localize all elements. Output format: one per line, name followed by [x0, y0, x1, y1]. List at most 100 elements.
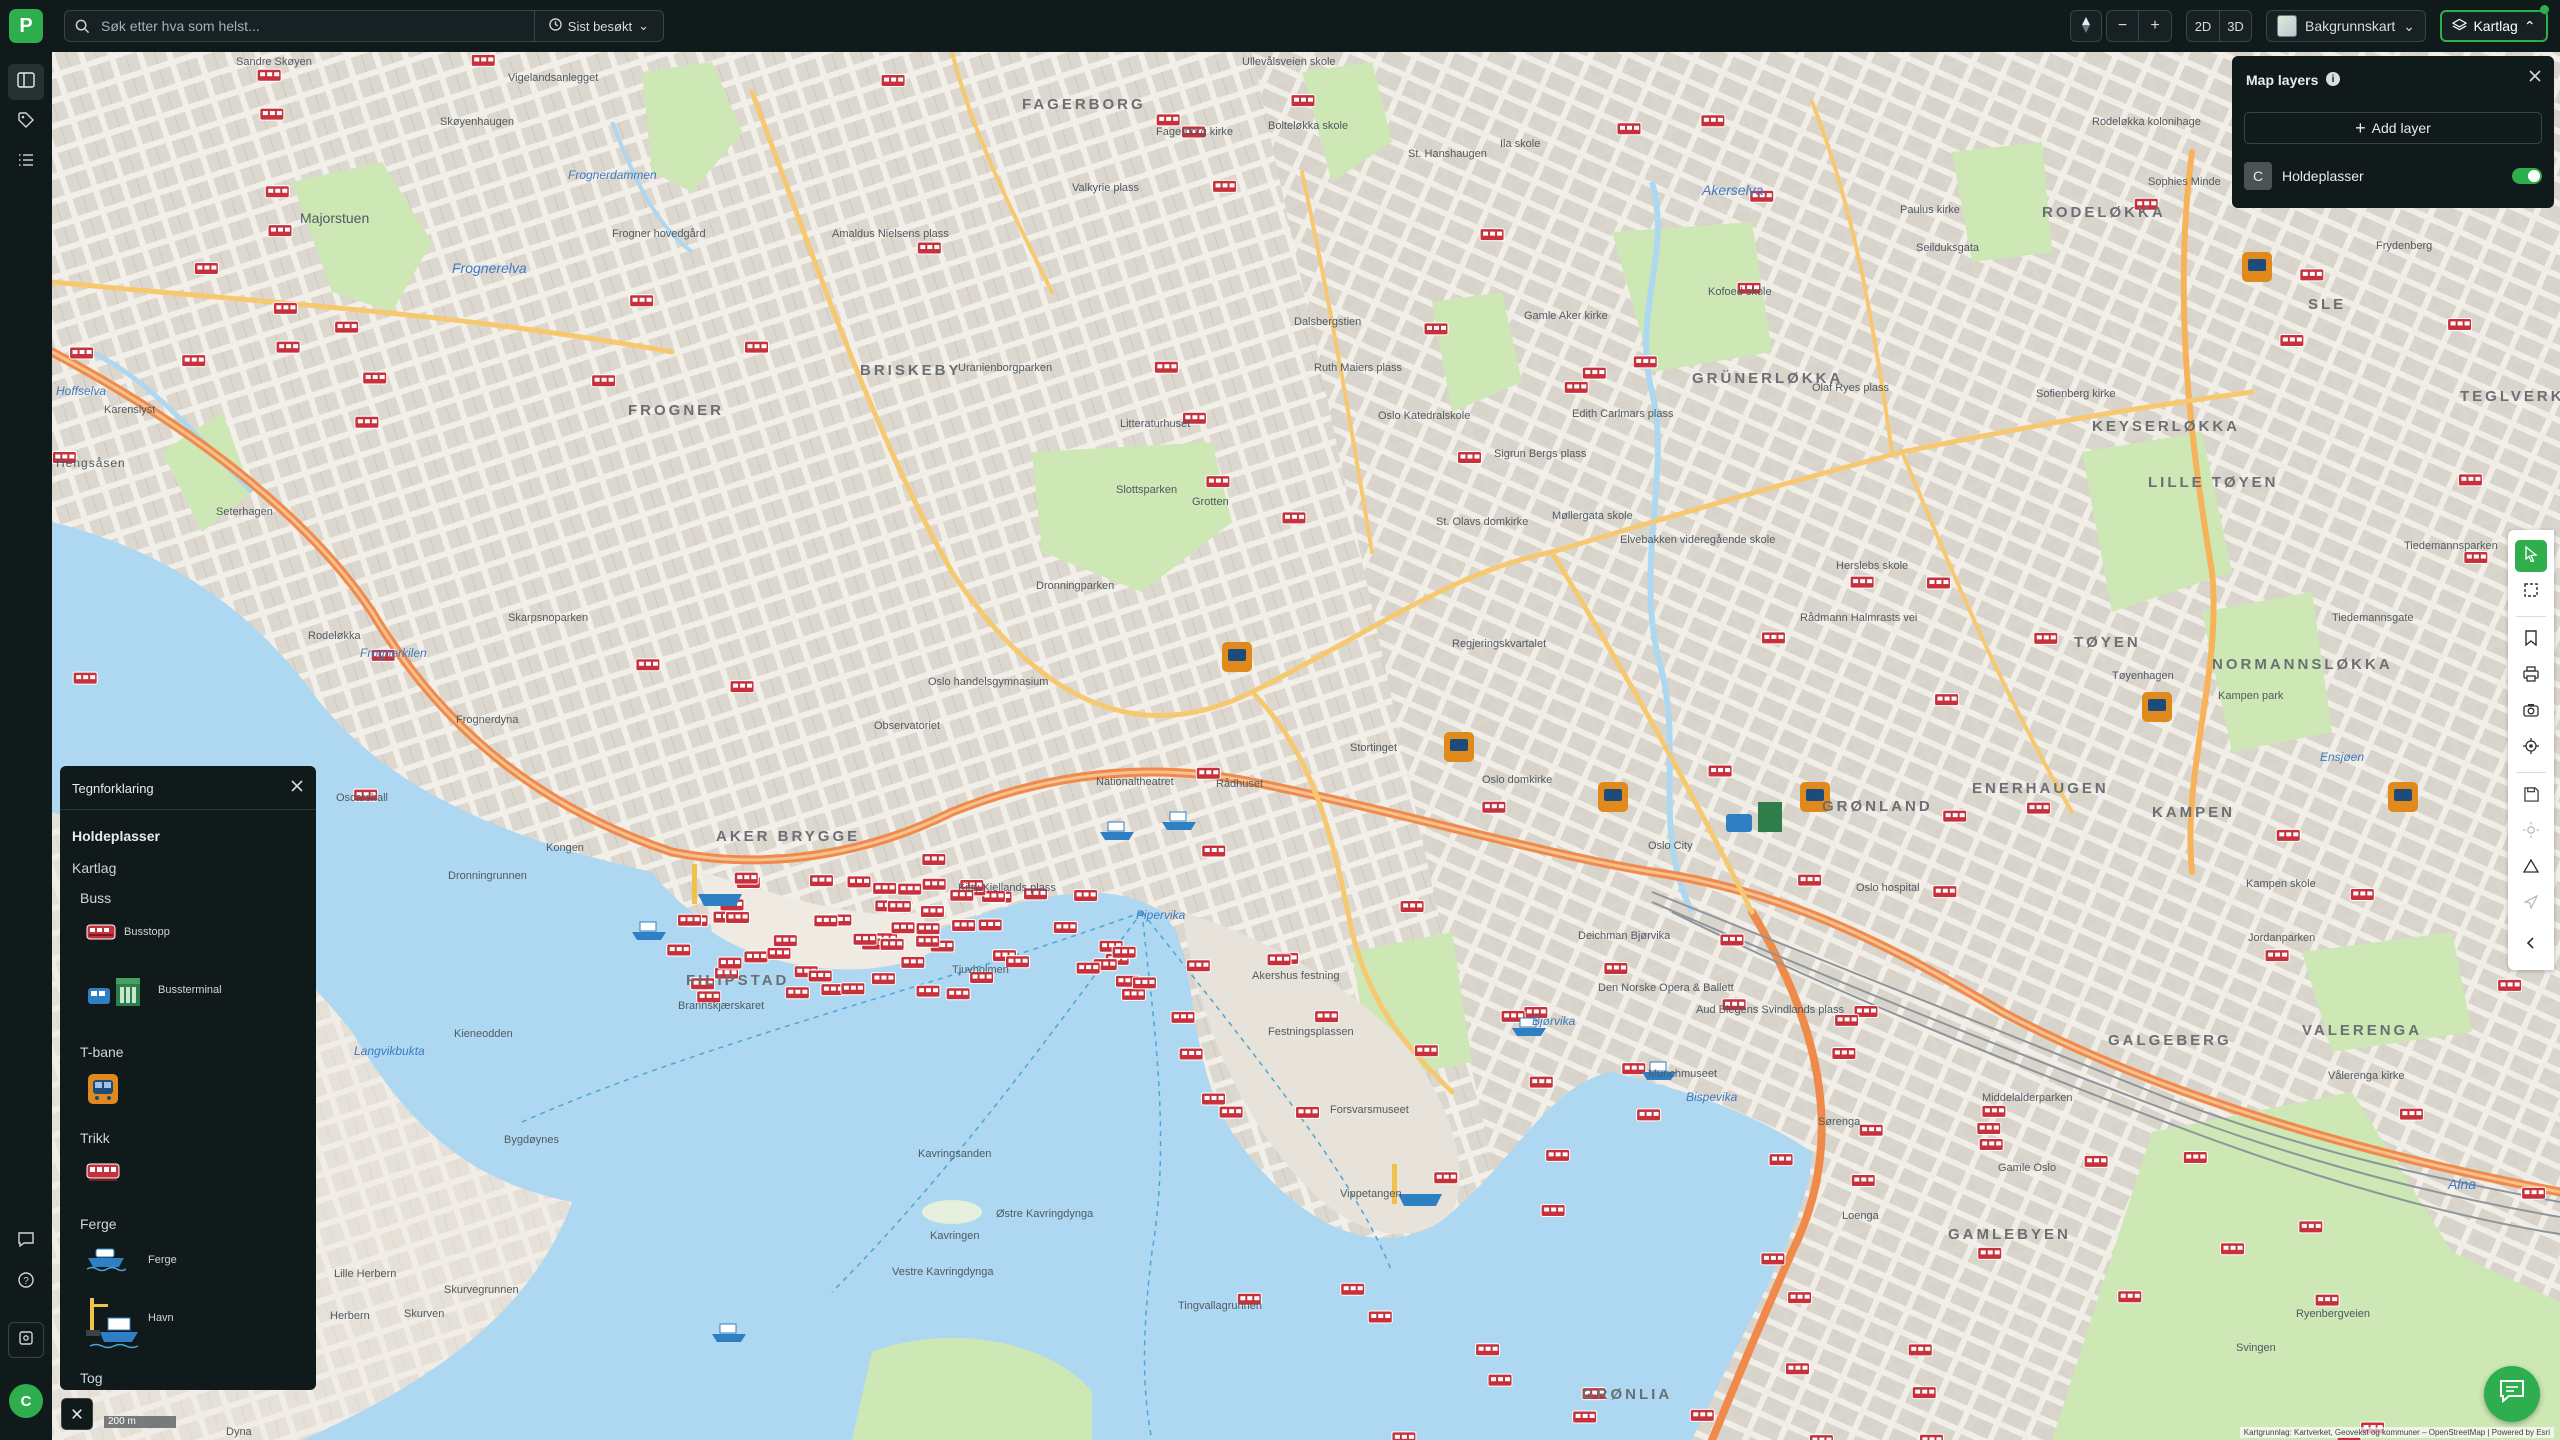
select-tool-button[interactable]: [2515, 540, 2547, 572]
bus-stop-marker[interactable]: [916, 241, 942, 255]
bus-stop-marker[interactable]: [1932, 885, 1958, 899]
bus-stop-marker[interactable]: [1121, 987, 1147, 1001]
bus-stop-marker[interactable]: [872, 881, 898, 895]
bus-stop-marker[interactable]: [193, 262, 219, 276]
bus-stop-marker[interactable]: [470, 53, 496, 67]
bus-stop-marker[interactable]: [717, 956, 743, 970]
print-tool-button[interactable]: [2515, 660, 2547, 692]
zoom-in-button[interactable]: +: [2139, 11, 2171, 41]
bus-stop-marker[interactable]: [2117, 1290, 2143, 1304]
bus-stop-marker[interactable]: [977, 918, 1003, 932]
bus-stop-marker[interactable]: [897, 882, 923, 896]
bus-stop-marker[interactable]: [2279, 333, 2305, 347]
metro-station-marker[interactable]: [1222, 642, 1252, 672]
bus-stop-marker[interactable]: [919, 904, 945, 918]
bus-stop-marker[interactable]: [1178, 1047, 1204, 1061]
bus-stop-marker[interactable]: [1201, 1092, 1227, 1106]
bus-stop-marker[interactable]: [1212, 179, 1238, 193]
bus-stop-marker[interactable]: [1911, 1386, 1937, 1400]
chat-button[interactable]: [2484, 1366, 2540, 1422]
bus-stop-marker[interactable]: [1185, 959, 1211, 973]
bus-stop-marker[interactable]: [1977, 1246, 2003, 1260]
bus-stop-marker[interactable]: [729, 680, 755, 694]
bus-stop-marker[interactable]: [1475, 1343, 1501, 1357]
bus-stop-marker[interactable]: [591, 374, 617, 388]
bus-stop-marker[interactable]: [1581, 366, 1607, 380]
bus-stop-marker[interactable]: [1111, 945, 1137, 959]
bus-stop-marker[interactable]: [334, 320, 360, 334]
bus-stop-marker[interactable]: [1616, 122, 1642, 136]
bus-stop-marker[interactable]: [743, 950, 769, 964]
bus-stop-marker[interactable]: [1632, 355, 1658, 369]
navigation-tool-button[interactable]: [2515, 888, 2547, 920]
bus-stop-marker[interactable]: [1131, 976, 1157, 990]
bus-stop-marker[interactable]: [2398, 1107, 2424, 1121]
bus-stop-marker[interactable]: [1760, 1252, 1786, 1266]
bus-stop-marker[interactable]: [1218, 1105, 1244, 1119]
bus-stop-marker[interactable]: [1340, 1282, 1366, 1296]
bus-stop-marker[interactable]: [2447, 317, 2473, 331]
bus-stop-marker[interactable]: [1849, 575, 1875, 589]
bus-stop-marker[interactable]: [1153, 360, 1179, 374]
bus-stop-marker[interactable]: [2026, 801, 2052, 815]
bus-stop-marker[interactable]: [1391, 1431, 1417, 1440]
bus-stop-marker[interactable]: [2182, 1151, 2208, 1165]
bus-stop-marker[interactable]: [886, 899, 912, 913]
bus-stop-marker[interactable]: [1423, 322, 1449, 336]
bus-stop-marker[interactable]: [1205, 475, 1231, 489]
search-input[interactable]: [99, 11, 534, 41]
bus-stop-marker[interactable]: [1155, 113, 1181, 127]
bus-stop-marker[interactable]: [635, 658, 661, 672]
bus-stop-marker[interactable]: [840, 982, 866, 996]
map-canvas[interactable]: FAGERBORG RODELØKKA GRÜNERLØKKA BRISKEBY…: [52, 52, 2560, 1440]
bus-stop-marker[interactable]: [725, 910, 751, 924]
collapse-tools-button[interactable]: [2515, 928, 2547, 960]
bus-stop-marker[interactable]: [915, 934, 941, 948]
bus-stop-marker[interactable]: [2083, 1154, 2109, 1168]
bookmark-tool-button[interactable]: [2515, 624, 2547, 656]
daylight-tool-button[interactable]: [2515, 816, 2547, 848]
bus-stop-marker[interactable]: [267, 224, 293, 238]
locate-tool-button[interactable]: [2515, 732, 2547, 764]
bus-stop-marker[interactable]: [915, 922, 941, 936]
bus-stop-marker[interactable]: [2349, 887, 2375, 901]
bus-stop-marker[interactable]: [1563, 380, 1589, 394]
info-icon[interactable]: i: [2326, 72, 2340, 86]
bus-stop-marker[interactable]: [1934, 693, 1960, 707]
bus-stop-marker[interactable]: [2497, 978, 2523, 992]
bus-stop-marker[interactable]: [1456, 451, 1482, 465]
bus-stop-marker[interactable]: [1719, 933, 1745, 947]
bus-stop-marker[interactable]: [1073, 888, 1099, 902]
measure-tool-button[interactable]: [2515, 852, 2547, 884]
bus-stop-marker[interactable]: [890, 921, 916, 935]
tags-button[interactable]: [8, 104, 44, 140]
bus-stop-marker[interactable]: [1295, 1105, 1321, 1119]
bus-stop-marker[interactable]: [2521, 1186, 2547, 1200]
bus-stop-marker[interactable]: [1831, 1046, 1857, 1060]
bus-stop-marker[interactable]: [1266, 953, 1292, 967]
bus-stop-marker[interactable]: [1981, 1104, 2007, 1118]
bus-stop-marker[interactable]: [1797, 873, 1823, 887]
bus-stop-marker[interactable]: [259, 107, 285, 121]
bus-stop-marker[interactable]: [2220, 1242, 2246, 1256]
bus-stop-marker[interactable]: [1201, 844, 1227, 858]
bus-stop-marker[interactable]: [772, 934, 798, 948]
bus-stop-marker[interactable]: [2457, 473, 2483, 487]
close-icon[interactable]: [2528, 66, 2542, 89]
layer-row[interactable]: C Holdeplasser: [2244, 160, 2542, 192]
list-button[interactable]: [8, 144, 44, 180]
bus-stop-marker[interactable]: [733, 871, 759, 885]
layers-button[interactable]: Kartlag ⌃: [2440, 10, 2548, 42]
bus-stop-marker[interactable]: [1075, 961, 1101, 975]
bus-stop-marker[interactable]: [1808, 1434, 1834, 1440]
bus-stop-marker[interactable]: [807, 969, 833, 983]
bus-stop-marker[interactable]: [2264, 949, 2290, 963]
bus-stop-marker[interactable]: [880, 74, 906, 88]
bus-stop-marker[interactable]: [1367, 1310, 1393, 1324]
bus-stop-marker[interactable]: [921, 852, 947, 866]
bus-stop-marker[interactable]: [1760, 631, 1786, 645]
bus-stop-marker[interactable]: [69, 346, 95, 360]
bus-stop-marker[interactable]: [256, 68, 282, 82]
bus-stop-marker[interactable]: [1290, 94, 1316, 108]
add-layer-button[interactable]: + Add layer: [2244, 112, 2542, 144]
